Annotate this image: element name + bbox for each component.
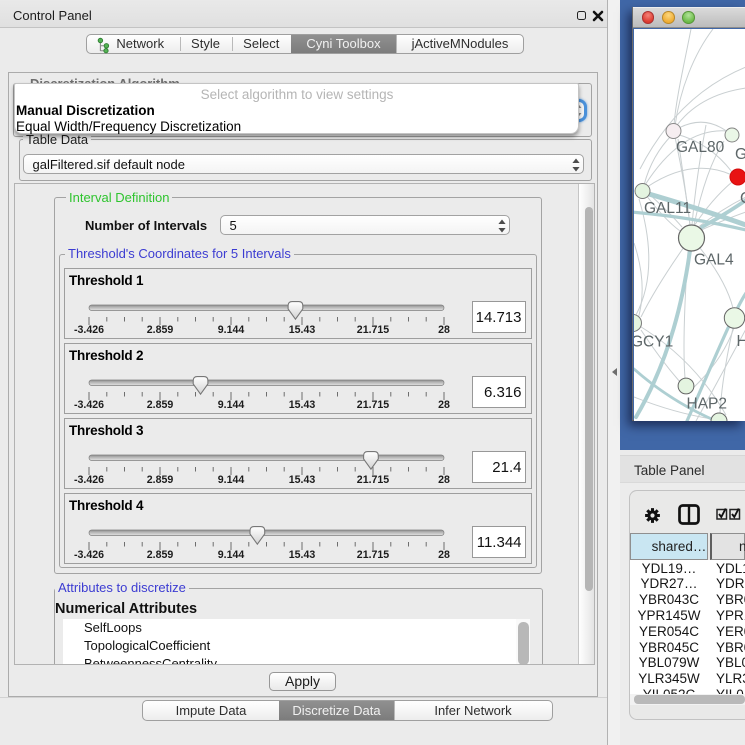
svg-text:2.859: 2.859 xyxy=(147,399,174,411)
svg-text:21.715: 21.715 xyxy=(357,549,390,561)
svg-text:28: 28 xyxy=(438,549,450,561)
svg-text:21.715: 21.715 xyxy=(357,324,390,336)
svg-text:GAL4: GAL4 xyxy=(694,251,734,268)
svg-text:9.144: 9.144 xyxy=(218,549,245,561)
svg-text:28: 28 xyxy=(438,474,450,486)
svg-text:15.43: 15.43 xyxy=(289,474,316,486)
svg-text:21.715: 21.715 xyxy=(357,399,390,411)
svg-text:HAP2: HAP2 xyxy=(687,395,728,412)
svg-text:-3.426: -3.426 xyxy=(74,549,104,561)
svg-text:15.43: 15.43 xyxy=(289,324,316,336)
svg-text:9.144: 9.144 xyxy=(218,474,245,486)
svg-text:2.859: 2.859 xyxy=(147,549,174,561)
svg-text:15.43: 15.43 xyxy=(289,549,316,561)
svg-text:HI: HI xyxy=(737,333,745,350)
svg-text:21.715: 21.715 xyxy=(357,474,390,486)
svg-text:CY: CY xyxy=(740,190,745,207)
svg-text:9.144: 9.144 xyxy=(218,399,245,411)
svg-text:-3.426: -3.426 xyxy=(74,324,104,336)
svg-text:28: 28 xyxy=(438,399,450,411)
svg-text:2.859: 2.859 xyxy=(147,324,174,336)
svg-text:28: 28 xyxy=(438,324,450,336)
svg-text:-3.426: -3.426 xyxy=(74,399,104,411)
svg-text:9.144: 9.144 xyxy=(218,324,245,336)
svg-text:GCY1: GCY1 xyxy=(634,333,673,350)
svg-text:-3.426: -3.426 xyxy=(74,474,104,486)
svg-text:GA: GA xyxy=(735,146,745,163)
svg-text:GAL11: GAL11 xyxy=(644,200,691,217)
svg-text:15.43: 15.43 xyxy=(289,399,316,411)
svg-text:2.859: 2.859 xyxy=(147,474,174,486)
svg-text:GAL80: GAL80 xyxy=(676,139,725,156)
